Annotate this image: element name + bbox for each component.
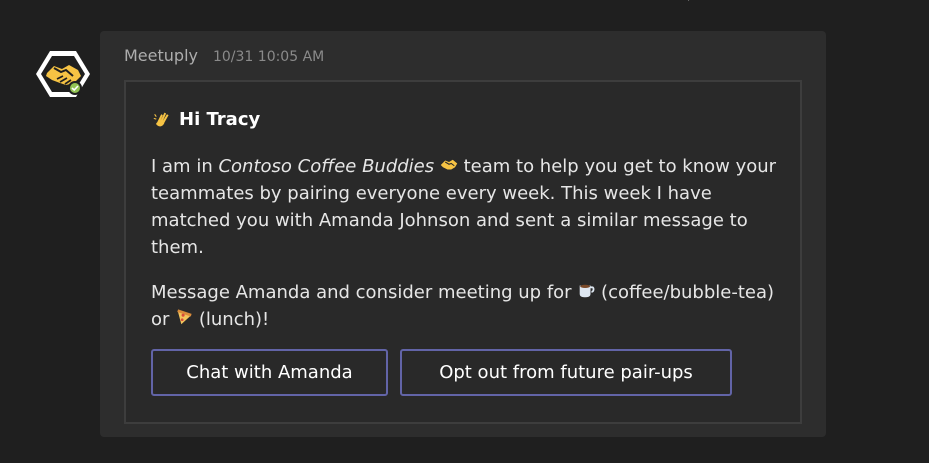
chat-button[interactable]: Chat with Amanda [151,349,388,396]
avatar[interactable] [36,49,90,99]
meeting-suffix: (lunch)! [193,309,270,330]
meeting-prefix: Message Amanda and consider meeting up f… [151,282,578,303]
handshake-icon [440,156,458,174]
message-bubble: Meetuply 10/31 10:05 AM Hi Tracy I am in… [100,31,826,437]
waving-hand-icon [153,111,171,129]
card-actions: Chat with Amanda Opt out from future pai… [151,349,732,396]
top-fragment-text: / [688,0,696,3]
chat-pane: / Meetuply 10/31 10:05 AM [0,0,929,463]
pizza-icon [175,308,193,326]
intro-prefix: I am in [151,156,219,177]
handshake-icon [36,51,90,97]
intro-paragraph: I am in Contoso Coffee Buddies team to h… [151,153,781,261]
coffee-cup-icon [577,281,595,299]
adaptive-card: Hi Tracy I am in Contoso Coffee Buddies … [124,80,802,424]
message-timestamp: 10/31 10:05 AM [212,49,325,65]
meeting-paragraph: Message Amanda and consider meeting up f… [151,279,781,333]
greeting-text: Hi Tracy [179,109,261,130]
greeting: Hi Tracy [153,109,260,130]
opt-out-button[interactable]: Opt out from future pair-ups [400,349,732,396]
sender-name: Meetuply [124,46,198,65]
presence-badge [68,81,82,95]
check-icon [71,85,79,92]
team-name: Contoso Coffee Buddies [218,156,435,177]
message-header: Meetuply 10/31 10:05 AM [124,46,324,65]
